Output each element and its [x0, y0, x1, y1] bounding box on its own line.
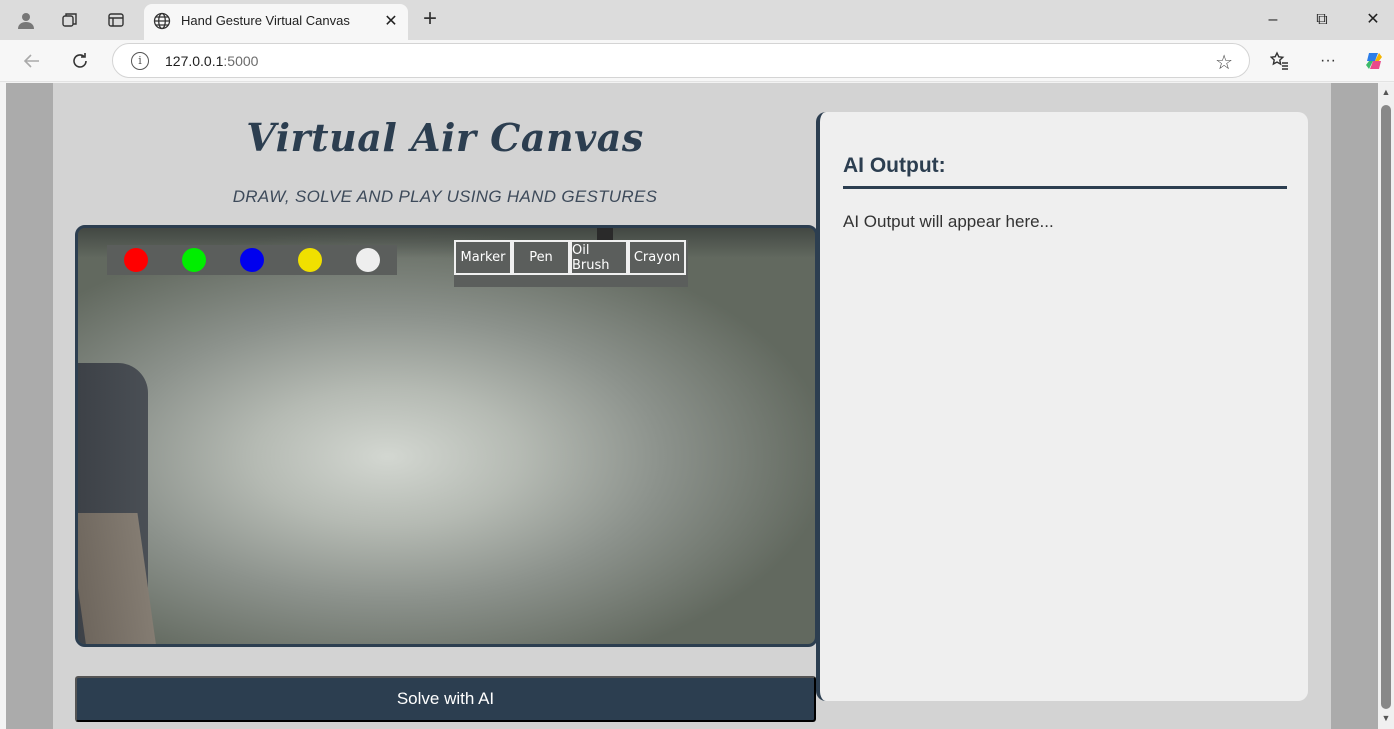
color-swatch-blue[interactable] — [240, 248, 264, 272]
restore-button[interactable]: ⧉ — [1309, 8, 1335, 32]
page-viewport: Virtual Air Canvas DRAW, SOLVE AND PLAY … — [6, 83, 1378, 729]
active-tab[interactable]: Hand Gesture Virtual Canvas ✕ — [144, 4, 408, 40]
brush-toolbar: Marker Pen Oil Brush Crayon — [454, 240, 688, 287]
color-swatch-white[interactable] — [356, 248, 380, 272]
color-swatch-green[interactable] — [182, 248, 206, 272]
back-arrow-icon[interactable] — [20, 49, 44, 73]
tab-title: Hand Gesture Virtual Canvas — [181, 13, 350, 28]
tab-bar: Hand Gesture Virtual Canvas ✕ + – ⧉ ✕ — [0, 0, 1394, 40]
color-palette — [107, 245, 397, 275]
color-swatch-red[interactable] — [124, 248, 148, 272]
ai-output-text: AI Output will appear here... — [843, 212, 1054, 231]
scroll-thumb[interactable] — [1381, 105, 1391, 709]
page-container: Virtual Air Canvas DRAW, SOLVE AND PLAY … — [53, 83, 1331, 729]
camera-canvas[interactable]: Marker Pen Oil Brush Crayon — [75, 225, 818, 647]
more-options-icon[interactable]: ··· — [1316, 49, 1340, 73]
close-window-button[interactable]: ✕ — [1360, 8, 1386, 32]
favorites-icon[interactable] — [1268, 49, 1292, 73]
ai-output-panel: AI Output: AI Output will appear here... — [816, 112, 1308, 701]
address-bar[interactable]: i 127.0.0.1:5000 ☆ — [112, 43, 1250, 78]
tab-close-icon[interactable]: ✕ — [381, 11, 401, 31]
scroll-up-arrow-icon[interactable]: ▲ — [1380, 87, 1392, 97]
page-subtitle: DRAW, SOLVE AND PLAY USING HAND GESTURES — [232, 187, 658, 206]
ai-output-heading: AI Output: — [843, 154, 1287, 189]
url-port: :5000 — [223, 53, 259, 69]
color-swatch-yellow[interactable] — [298, 248, 322, 272]
refresh-icon[interactable] — [68, 49, 92, 73]
tool-marker[interactable]: Marker — [454, 240, 512, 275]
site-info-icon[interactable]: i — [131, 52, 149, 70]
favorite-star-icon[interactable]: ☆ — [1215, 50, 1233, 75]
tool-pen[interactable]: Pen — [512, 240, 570, 275]
tab-actions-icon[interactable] — [104, 8, 128, 32]
page-title: Virtual Air Canvas — [246, 115, 644, 160]
globe-icon — [153, 12, 171, 35]
url-host: 127.0.0.1 — [165, 53, 224, 69]
browser-toolbar: i 127.0.0.1:5000 ☆ ··· — [0, 40, 1394, 82]
url-text: 127.0.0.1:5000 — [165, 53, 258, 69]
copilot-icon[interactable] — [1362, 49, 1386, 73]
profile-icon[interactable] — [14, 8, 38, 32]
minimize-button[interactable]: – — [1260, 8, 1286, 32]
page-scrollbar[interactable]: ▲ ▼ — [1378, 83, 1394, 729]
tool-crayon[interactable]: Crayon — [628, 240, 686, 275]
scroll-down-arrow-icon[interactable]: ▼ — [1380, 713, 1392, 723]
tool-oil-brush[interactable]: Oil Brush — [570, 240, 628, 275]
solve-with-ai-button[interactable]: Solve with AI — [75, 676, 816, 722]
workspaces-icon[interactable] — [58, 8, 82, 32]
new-tab-button[interactable]: + — [418, 6, 442, 32]
